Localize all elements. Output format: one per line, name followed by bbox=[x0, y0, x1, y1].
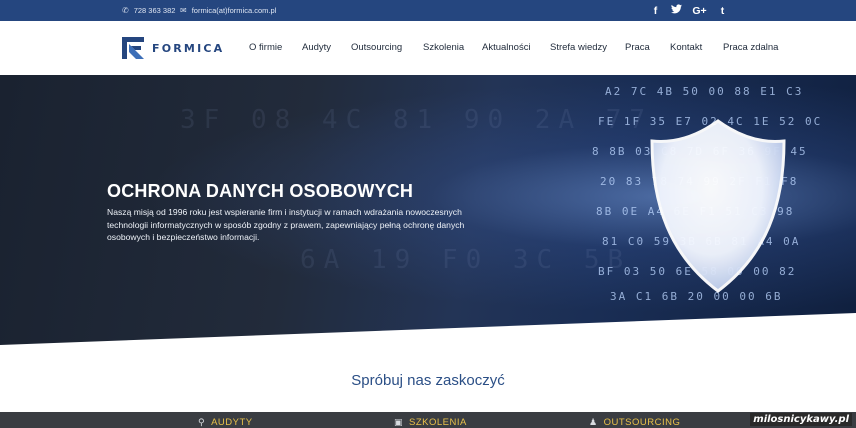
formica-logo-mark bbox=[122, 37, 144, 59]
nav-item-praca-zdalna[interactable]: Praca zdalna bbox=[723, 42, 778, 53]
phone-icon: ✆ bbox=[122, 6, 129, 15]
search-icon: ⚲ bbox=[198, 417, 206, 427]
phone-number[interactable]: 728 363 382 bbox=[134, 6, 176, 15]
service-szkolenia[interactable]: ▣ SZKOLENIA bbox=[394, 417, 467, 428]
service-label: OUTSOURCING bbox=[603, 417, 681, 428]
email-address[interactable]: formica(at)formica.com.pl bbox=[192, 6, 277, 15]
brand-name: FORMICA bbox=[152, 41, 225, 55]
service-outsourcing[interactable]: ♟ OUTSOURCING bbox=[589, 417, 680, 428]
twitter-icon[interactable] bbox=[671, 4, 682, 17]
phone-contact[interactable]: ✆ 728 363 382 bbox=[122, 0, 175, 21]
nav-item-o-firmie[interactable]: O firmie bbox=[249, 42, 282, 53]
google-plus-icon[interactable]: G+ bbox=[692, 5, 707, 17]
hero-banner: 3F 08 4C 81 90 2A 77 6A 19 F0 3C 5B A2 7… bbox=[0, 75, 856, 345]
services-bar: ⚲ AUDYTY ▣ SZKOLENIA ♟ OUTSOURCING milos… bbox=[0, 412, 856, 428]
service-label: SZKOLENIA bbox=[409, 417, 467, 428]
site-header: FORMICA O firmie Audyty Outsourcing Szko… bbox=[0, 21, 856, 75]
data-digits: A2 7C 4B 50 00 88 E1 C3 bbox=[605, 85, 804, 98]
section-heading: Spróbuj nas zaskoczyć bbox=[351, 372, 505, 389]
email-contact[interactable]: ✉ formica(at)formica.com.pl bbox=[180, 0, 276, 21]
envelope-icon: ✉ bbox=[180, 6, 187, 15]
nav-item-audyty[interactable]: Audyty bbox=[302, 42, 331, 53]
tumblr-icon[interactable]: t bbox=[717, 5, 728, 17]
users-icon: ♟ bbox=[589, 417, 598, 427]
nav-item-praca[interactable]: Praca bbox=[625, 42, 650, 53]
background-digits: 6A 19 F0 3C 5B bbox=[300, 245, 632, 275]
facebook-icon[interactable]: f bbox=[650, 5, 661, 17]
hero-bottom-divider bbox=[0, 313, 856, 345]
service-label: AUDYTY bbox=[211, 417, 253, 428]
nav-item-outsourcing[interactable]: Outsourcing bbox=[351, 42, 402, 53]
service-audyty[interactable]: ⚲ AUDYTY bbox=[198, 417, 253, 428]
social-links: f G+ t bbox=[650, 0, 728, 21]
nav-item-aktualnosci[interactable]: Aktualności bbox=[482, 42, 531, 53]
background-digits: 3F 08 4C 81 90 2A 77 bbox=[180, 105, 654, 135]
presentation-icon: ▣ bbox=[394, 417, 404, 427]
nav-item-szkolenia[interactable]: Szkolenia bbox=[423, 42, 464, 53]
nav-item-strefa-wiedzy[interactable]: Strefa wiedzy bbox=[550, 42, 607, 53]
formica-logo[interactable]: FORMICA bbox=[122, 37, 224, 59]
top-bar: ✆ 728 363 382 ✉ formica(at)formica.com.p… bbox=[0, 0, 856, 21]
hero-description: Naszą misją od 1996 roku jest wspieranie… bbox=[107, 207, 465, 243]
watermark: milosnicykawy.pl bbox=[750, 413, 852, 426]
security-shield-image bbox=[650, 119, 786, 293]
hero-title: OCHRONA DANYCH OSOBOWYCH bbox=[107, 181, 414, 201]
nav-item-kontakt[interactable]: Kontakt bbox=[670, 42, 702, 53]
